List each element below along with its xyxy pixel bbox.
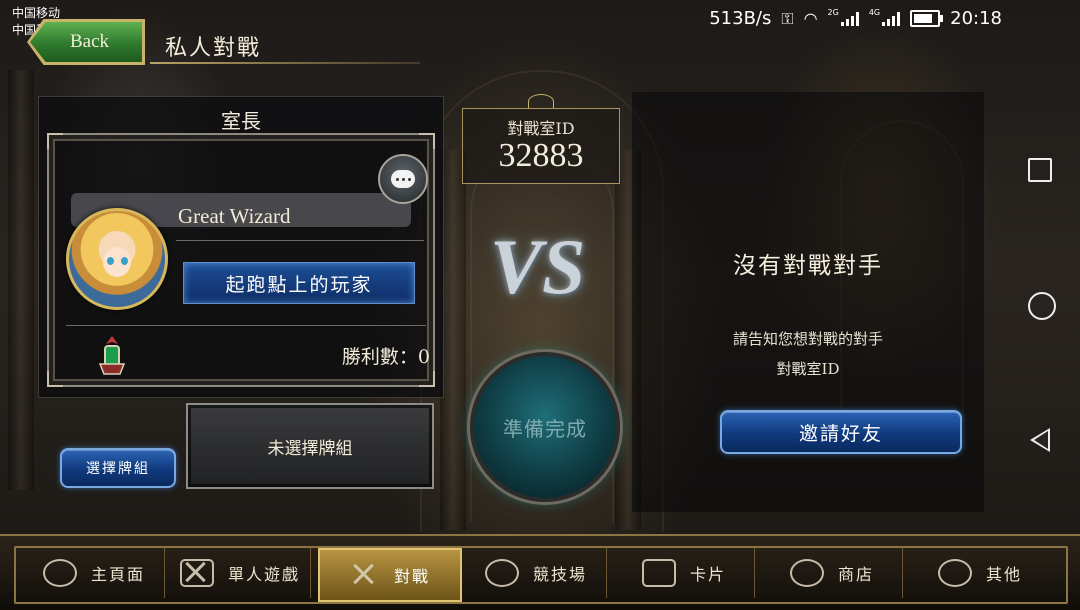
recent-apps-icon[interactable] <box>1028 158 1052 182</box>
ready-button[interactable]: 準備完成 <box>470 352 620 502</box>
rank-emblem-icon <box>98 336 126 375</box>
back-button[interactable]: Back <box>30 22 142 62</box>
room-ornament <box>528 94 554 109</box>
page-title: 私人對戰 <box>165 36 262 61</box>
opponent-hint: 請告知您想對戰的對手 對戰室ID <box>632 324 984 384</box>
bottom-nav: 主頁面 單人遊戲 對戰 競技場 卡片 商店 其他 <box>0 534 1080 610</box>
host-section-title: 室長 <box>221 109 261 133</box>
nav-label-battle: 對戰 <box>393 567 430 586</box>
system-nav-bar <box>1018 0 1080 608</box>
deck-slot[interactable]: 未選擇牌組 <box>186 403 434 489</box>
player-name: Great Wizard <box>178 204 291 228</box>
nav-item-single-player[interactable]: 單人遊戲 <box>170 548 311 598</box>
crossed-swords-icon <box>350 563 380 587</box>
home-icon <box>42 559 77 587</box>
net-type-1: 2G <box>827 8 839 17</box>
select-deck-button[interactable]: 選擇牌組 <box>60 448 176 488</box>
nav-item-cards[interactable]: 卡片 <box>614 548 755 598</box>
back-triangle-icon[interactable] <box>1030 428 1050 452</box>
clock: 20:18 <box>950 8 1002 29</box>
room-id-label: 對戰室ID <box>507 119 575 138</box>
nav-label-single-player: 單人遊戲 <box>227 565 300 584</box>
more-icon <box>937 559 972 587</box>
nav-label-shop: 商店 <box>837 565 874 584</box>
cards-icon <box>641 559 676 587</box>
no-opponent-text: 沒有對戰對手 <box>733 253 883 279</box>
signal-icon <box>840 11 859 26</box>
status-bar: 中国移动 中国移动 513B/s ⚿ ◠ 2G 4G 20:18 <box>0 0 1080 40</box>
sword-shield-icon <box>179 559 214 587</box>
battery-icon <box>910 10 944 27</box>
nav-item-arena[interactable]: 競技場 <box>466 548 607 598</box>
player-title-badge: 起跑點上的玩家 <box>183 262 415 304</box>
wifi-icon: ◠ <box>803 9 818 28</box>
opponent-hint-line-2: 對戰室ID <box>776 360 840 378</box>
net-type-2: 4G <box>868 8 881 17</box>
stats-divider <box>66 325 426 326</box>
nav-label-cards: 卡片 <box>689 565 726 584</box>
signal-icon-2 <box>882 11 901 26</box>
nav-item-battle[interactable]: 對戰 <box>318 548 462 602</box>
back-label: Back <box>70 31 110 52</box>
nav-label-arena: 競技場 <box>532 565 587 584</box>
key-icon: ⚿ <box>781 8 794 28</box>
opponent-hint-line-1: 請告知您想對戰的對手 <box>732 330 883 348</box>
title-underline <box>150 62 420 64</box>
avatar[interactable] <box>66 208 168 310</box>
room-id-box: 對戰室ID 32883 <box>462 108 620 184</box>
room-id-value: 32883 <box>498 137 584 174</box>
chat-icon[interactable] <box>378 154 428 204</box>
nav-item-home[interactable]: 主頁面 <box>24 548 165 598</box>
nav-label-home: 主頁面 <box>90 565 145 584</box>
arena-emblem-icon <box>484 559 519 587</box>
nav-item-shop[interactable]: 商店 <box>762 548 903 598</box>
net-speed: 513B/s <box>709 8 772 29</box>
invite-friend-button[interactable]: 邀請好友 <box>720 410 962 454</box>
wins-count: 勝利數：0 <box>341 346 430 368</box>
shop-icon <box>789 559 824 587</box>
vs-emblem: VS <box>490 223 586 310</box>
carrier-label-1: 中国移动 <box>12 6 61 20</box>
nav-label-more: 其他 <box>985 565 1022 584</box>
name-divider <box>176 240 424 241</box>
home-button-icon[interactable] <box>1028 292 1056 320</box>
